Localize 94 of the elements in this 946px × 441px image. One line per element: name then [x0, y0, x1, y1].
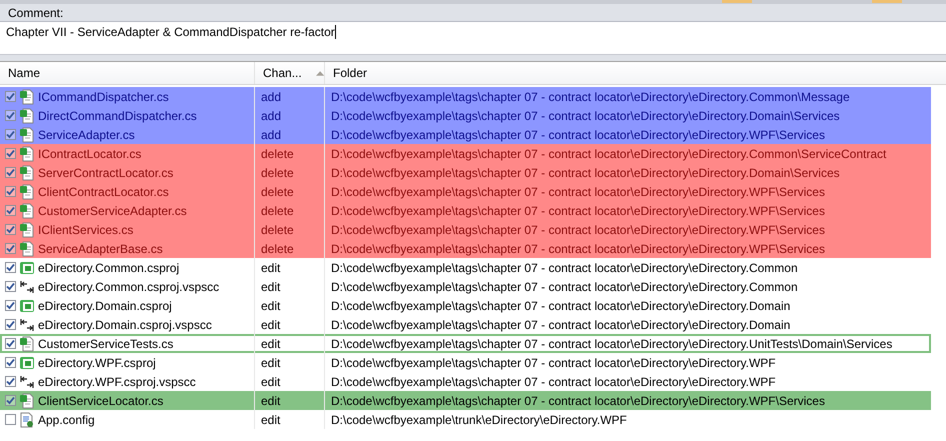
change-type: add — [261, 128, 282, 142]
folder-path: D:\code\wcfbyexample\tags\chapter 07 - contract locator\eDirectory\eDirectory.Domain — [331, 298, 790, 312]
folder-path: D:\code\wcfbyexample\tags\chapter 07 - contract locator\eDirectory\eDirectory.WPF\Services — [331, 394, 825, 408]
folder-path: D:\code\wcfbyexample\tags\chapter 07 - contract locator\eDirectory\eDirectory.WPF — [331, 374, 776, 388]
file-name: App.config — [38, 412, 95, 426]
file-name: ICommandDispatcher.cs — [38, 90, 169, 104]
file-row[interactable]: ICommandDispatcher.cs add D:\code\wcfbyexample\tags\chapter 07 - contract locator\eDirectory\eDirectory.Common\Message — [0, 87, 931, 106]
folder-path: D:\code\wcfbyexample\tags\chapter 07 - contract locator\eDirectory\eDirectory.WPF\Services — [331, 128, 825, 142]
checkbox[interactable] — [5, 91, 16, 102]
change-type: edit — [261, 318, 280, 332]
column-header[interactable]: Chan... — [255, 62, 325, 84]
change-type: edit — [261, 280, 280, 294]
file-row[interactable]: eDirectory.Domain.csproj.vspscc edit D:\code\wcfbyexample\tags\chapter 07 - contract locator\eDirectory\eDirectory.Domain — [0, 315, 931, 334]
checkbox[interactable] — [5, 414, 16, 425]
column-header[interactable]: Folder — [325, 62, 946, 84]
file-row[interactable]: ServiceAdapterBase.cs delete D:\code\wcfbyexample\tags\chapter 07 - contract locator\eDirectory\eDirectory.WPF\Services — [0, 239, 931, 258]
file-name: CustomerServiceTests.cs — [38, 336, 174, 350]
file-name: IClientServices.cs — [38, 222, 134, 236]
change-type: edit — [261, 356, 280, 370]
folder-path: D:\code\wcfbyexample\tags\chapter 07 - contract locator\eDirectory\eDirectory.Common — [331, 280, 798, 294]
checkbox[interactable] — [5, 110, 16, 121]
file-row[interactable]: eDirectory.WPF.csproj edit D:\code\wcfbyexample\tags\chapter 07 - contract locator\eDirectory\eDirectory.WPF — [0, 353, 931, 372]
file-name: DirectCommandDispatcher.cs — [38, 108, 197, 122]
change-type: edit — [261, 394, 280, 408]
file-name: ServiceAdapter.cs — [38, 128, 135, 142]
change-type: delete — [261, 204, 294, 218]
checkbox[interactable] — [5, 148, 16, 159]
file-name: eDirectory.Domain.csproj.vspscc — [38, 318, 212, 332]
file-name: ClientContractLocator.cs — [38, 184, 169, 198]
checkbox[interactable] — [5, 129, 16, 140]
change-type: edit — [261, 298, 280, 312]
file-row[interactable]: ClientServiceLocator.cs edit D:\code\wcfbyexample\tags\chapter 07 - contract locator\eDirectory\eDirectory.WPF\Services — [0, 391, 931, 410]
file-name: eDirectory.Common.csproj.vspscc — [38, 280, 220, 294]
file-row[interactable]: CustomerServiceAdapter.cs delete D:\code\wcfbyexample\tags\chapter 07 - contract locator\eDirectory\eDirectory.WPF\Services — [0, 201, 931, 220]
change-type: edit — [261, 412, 280, 426]
file-name: eDirectory.Domain.csproj — [38, 298, 172, 312]
file-row[interactable]: eDirectory.Common.csproj.vspscc edit D:\code\wcfbyexample\tags\chapter 07 - contract locator\eDirectory\eDirectory.Common — [0, 277, 931, 296]
folder-path: D:\code\wcfbyexample\tags\chapter 07 - contract locator\eDirectory\eDirectory.WPF — [331, 356, 776, 370]
checkbox[interactable] — [5, 395, 16, 406]
checkbox[interactable] — [5, 338, 16, 349]
column-header[interactable]: Name — [0, 62, 255, 84]
file-name: eDirectory.WPF.csproj — [38, 356, 156, 370]
checkbox[interactable] — [5, 262, 16, 273]
folder-path: D:\code\wcfbyexample\tags\chapter 07 - contract locator\eDirectory\eDirectory.Domain\Services — [331, 108, 840, 122]
folder-path: D:\code\wcfbyexample\tags\chapter 07 - contract locator\eDirectory\eDirectory.WPF\Services — [331, 204, 825, 218]
folder-path: D:\code\wcfbyexample\tags\chapter 07 - contract locator\eDirectory\eDirectory.UnitTests\Domain\Services — [331, 336, 892, 350]
file-row[interactable]: ServiceAdapter.cs add D:\code\wcfbyexample\tags\chapter 07 - contract locator\eDirectory\eDirectory.WPF\Services — [0, 125, 931, 144]
change-type: delete — [261, 146, 294, 160]
change-type: delete — [261, 242, 294, 256]
folder-path: D:\code\wcfbyexample\tags\chapter 07 - contract locator\eDirectory\eDirectory.WPF\Services — [331, 222, 825, 236]
change-type: edit — [261, 260, 280, 274]
change-type: add — [261, 108, 282, 122]
file-row[interactable]: eDirectory.Domain.csproj edit D:\code\wcfbyexample\tags\chapter 07 - contract locator\eDirectory\eDirectory.Domain — [0, 296, 931, 315]
file-name: eDirectory.Common.csproj — [38, 260, 180, 274]
change-type: delete — [261, 222, 294, 236]
folder-path: D:\code\wcfbyexample\tags\chapter 07 - contract locator\eDirectory\eDirectory.Domain\Services — [331, 166, 840, 180]
file-row[interactable]: App.config edit D:\code\wcfbyexample\trunk\eDirectory\eDirectory.WPF — [0, 410, 931, 429]
file-row[interactable]: DirectCommandDispatcher.cs add D:\code\wcfbyexample\tags\chapter 07 - contract locator\eDirectory\eDirectory.Domain\Services — [0, 106, 931, 125]
change-type: edit — [261, 336, 280, 350]
folder-path: D:\code\wcfbyexample\tags\chapter 07 - contract locator\eDirectory\eDirectory.WPF\Services — [331, 184, 825, 198]
file-row[interactable]: CustomerServiceTests.cs edit D:\code\wcfbyexample\tags\chapter 07 - contract locator\eDirectory\eDirectory.UnitTests\Domain\Services — [0, 334, 931, 353]
checkbox[interactable] — [5, 205, 16, 216]
checkbox[interactable] — [5, 376, 16, 387]
checkbox[interactable] — [5, 319, 16, 330]
folder-path: D:\code\wcfbyexample\tags\chapter 07 - contract locator\eDirectory\eDirectory.WPF\Services — [331, 242, 825, 256]
checkbox[interactable] — [5, 281, 16, 292]
folder-path: D:\code\wcfbyexample\trunk\eDirectory\eDirectory.WPF — [331, 412, 627, 426]
change-type: edit — [261, 374, 280, 388]
file-name: eDirectory.WPF.csproj.vspscc — [38, 374, 196, 388]
checkbox[interactable] — [5, 224, 16, 235]
comment-label: Comment: — [7, 5, 64, 21]
file-name: ServerContractLocator.cs — [38, 166, 174, 180]
file-row[interactable]: IClientServices.cs delete D:\code\wcfbyexample\tags\chapter 07 - contract locator\eDirectory\eDirectory.WPF\Services — [0, 220, 931, 239]
change-type: delete — [261, 166, 294, 180]
file-row[interactable]: IContractLocator.cs delete D:\code\wcfbyexample\tags\chapter 07 - contract locator\eDirectory\eDirectory.Common\ServiceContract — [0, 144, 931, 163]
checkbox[interactable] — [5, 186, 16, 197]
file-row[interactable]: eDirectory.Common.csproj edit D:\code\wcfbyexample\tags\chapter 07 - contract locator\eDirectory\eDirectory.Common — [0, 258, 931, 277]
file-row[interactable]: ServerContractLocator.cs delete D:\code\wcfbyexample\tags\chapter 07 - contract locator\eDirectory\eDirectory.Domain\Services — [0, 163, 931, 182]
change-type: delete — [261, 184, 294, 198]
folder-path: D:\code\wcfbyexample\tags\chapter 07 - contract locator\eDirectory\eDirectory.Common\ServiceContract — [331, 146, 886, 160]
folder-path: D:\code\wcfbyexample\tags\chapter 07 - contract locator\eDirectory\eDirectory.Domain — [331, 318, 790, 332]
file-name: IContractLocator.cs — [38, 146, 142, 160]
checkbox[interactable] — [5, 243, 16, 254]
checkbox[interactable] — [5, 300, 16, 311]
file-name: CustomerServiceAdapter.cs — [38, 204, 187, 218]
folder-path: D:\code\wcfbyexample\tags\chapter 07 - contract locator\eDirectory\eDirectory.Common\Message — [331, 90, 850, 104]
file-name: ServiceAdapterBase.cs — [38, 242, 163, 256]
checkbox[interactable] — [5, 167, 16, 178]
comment-field[interactable]: Chapter VII - ServiceAdapter & CommandDispatcher re-factor — [0, 21, 946, 55]
change-type: add — [261, 90, 282, 104]
folder-path: D:\code\wcfbyexample\tags\chapter 07 - contract locator\eDirectory\eDirectory.Common — [331, 260, 798, 274]
checkbox[interactable] — [5, 357, 16, 368]
file-name: ClientServiceLocator.cs — [38, 394, 164, 408]
file-row[interactable]: ClientContractLocator.cs delete D:\code\wcfbyexample\tags\chapter 07 - contract locator\eDirectory\eDirectory.WPF\Services — [0, 182, 931, 201]
